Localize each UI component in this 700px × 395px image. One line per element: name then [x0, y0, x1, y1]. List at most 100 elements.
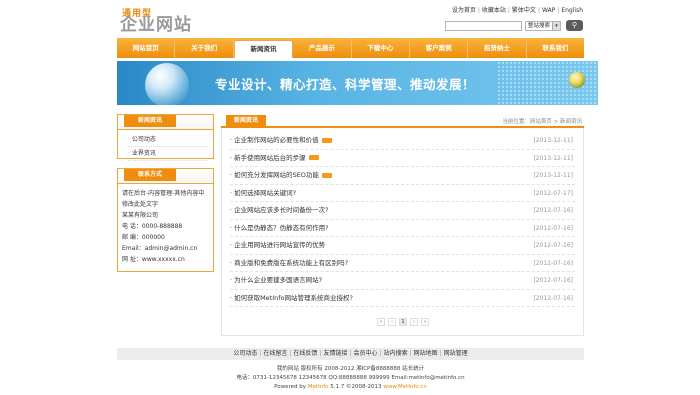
contact-line: 某某有限公司 — [122, 212, 159, 219]
list-item[interactable]: 什么是伪静态？伪静态有何作用? [2012-07-16] — [230, 220, 575, 237]
pager-prev[interactable]: ‹ — [388, 318, 396, 326]
news-list: 企业制作网站的必要性和价值 [2013-12-11] 新手使用网站后台的步骤 [20… — [222, 128, 583, 307]
list-item[interactable]: 企业制作网站的必要性和价值 [2013-12-11] — [230, 132, 575, 150]
footer-link-admin[interactable]: 网站管理 — [444, 350, 468, 357]
pager-first[interactable]: « — [377, 318, 385, 326]
link-english[interactable]: English — [561, 7, 583, 14]
news-title[interactable]: 如何选择网站关键词? — [230, 189, 296, 197]
search-icon: ⚲ — [571, 21, 578, 29]
news-date: [2012-07-17] — [533, 189, 573, 197]
link-set-homepage[interactable]: 设为首页 — [452, 7, 476, 14]
nav-about[interactable]: 关于我们 — [175, 38, 234, 58]
footer-link-friend-links[interactable]: 友情链接 — [323, 350, 347, 357]
contact-line: 请在后台-内容管理-其他内容中 — [122, 190, 205, 197]
footer-link-feedback[interactable]: 在线反馈 — [293, 350, 317, 357]
news-date: [2012-07-16] — [533, 224, 573, 232]
sidebar-news-list: 公司动态 业界资讯 — [118, 130, 213, 163]
footer-nav: 公司动态 | 在线留言 | 在线反馈 | 友情链接 | 会员中心 | 站内搜索 | 网站地图 | 网站管理 — [117, 348, 584, 360]
news-date: [2012-07-16] — [533, 242, 573, 249]
news-date: [2012-07-16] — [533, 277, 573, 284]
link-traditional-chinese[interactable]: 繁体中文 — [512, 7, 536, 14]
list-item[interactable]: 如何选择网站关键词? [2012-07-17] — [230, 185, 575, 202]
pager-page-1[interactable]: 1 — [399, 318, 407, 326]
breadcrumb: 当前位置：网站首页 > 新闻资讯 — [502, 119, 582, 125]
news-date: [2013-12-11] — [533, 154, 573, 162]
contact-phone: 电 话：0000-888888 — [122, 223, 183, 230]
orb-graphic — [569, 72, 585, 88]
nav-cases[interactable]: 客户案例 — [410, 38, 469, 58]
nav-jobs[interactable]: 招贤纳士 — [468, 38, 527, 58]
link-wap[interactable]: WAP — [542, 7, 555, 14]
hot-badge — [321, 172, 332, 178]
news-title[interactable]: 为什么企业要建多国语言网站? — [230, 276, 322, 284]
list-item[interactable]: 新手使用网站后台的步骤 [2013-12-11] — [230, 150, 575, 167]
search-scope-select[interactable]: 整站搜索 ▾ — [525, 21, 561, 31]
news-date: [2012-07-16] — [533, 294, 573, 302]
sidebar-contact-tab: 联系方式 — [124, 169, 176, 181]
contact-email: Email：admin@admin.cn — [122, 245, 198, 252]
list-item[interactable]: 商业版和免费版在系统功能上有区别吗? [2012-07-16] — [230, 255, 575, 272]
footer-powered: Powered by MetInfo 5.1.7 ©2008-2013 www.… — [274, 384, 427, 390]
link-bookmark[interactable]: 收藏本站 — [482, 7, 506, 14]
site-logo[interactable]: 通用型 企业网站 — [120, 6, 200, 36]
news-title[interactable]: 企业制作网站的必要性和价值 — [230, 136, 319, 144]
metinfo-site-link[interactable]: www.MetInfo.cn — [383, 384, 427, 390]
search-input[interactable] — [445, 21, 522, 31]
footer-link-sitemap[interactable]: 网站地图 — [414, 350, 438, 357]
main-tab: 新闻资讯 — [226, 115, 266, 127]
hot-badge — [308, 155, 319, 160]
banner: 专业设计、精心打造、科学管理、推动发展！ — [117, 61, 598, 105]
footer-link-member-center[interactable]: 会员中心 — [354, 350, 378, 357]
top-links: 设为首页 | 收藏本站 | 繁体中文 | WAP | English — [451, 7, 583, 14]
list-item[interactable]: 为什么企业要建多国语言网站? [2012-07-16] — [230, 272, 575, 290]
chevron-down-icon: ▾ — [552, 22, 560, 30]
news-title[interactable]: 企业网站应该多长时间备份一次? — [230, 206, 329, 214]
nav-products[interactable]: 产品展示 — [293, 38, 352, 58]
footer-contact: 电话：0731-12345678 12345678 QQ:88888888 99… — [236, 375, 465, 381]
sidebar-item-company-news[interactable]: 公司动态 — [128, 133, 208, 147]
contact-postcode: 邮 编：000000 — [122, 234, 165, 241]
list-item[interactable]: 如何获取MetInfo网站管理系统商业授权? [2012-07-16] — [230, 290, 575, 307]
contact-line: 修改此处文字 — [122, 201, 159, 208]
search-button[interactable]: ⚲ — [566, 20, 583, 31]
footer-copyright: 我的网站 版权所有 2008-2012 湘ICP备8888888 站长统计 — [276, 366, 425, 372]
news-title[interactable]: 什么是伪静态？伪静态有何作用? — [230, 224, 329, 232]
search-scope-label: 整站搜索 — [528, 23, 551, 29]
news-date: [2012-07-16] — [533, 259, 573, 267]
nav-home[interactable]: 网站首页 — [117, 38, 176, 58]
nav-news[interactable]: 新闻资讯 — [233, 40, 294, 58]
news-title[interactable]: 新手使用网站后台的步骤 — [230, 154, 306, 162]
list-item[interactable]: 企业网站应该多长时间备份一次? [2012-07-16] — [230, 202, 575, 220]
pager-last[interactable]: » — [421, 318, 429, 326]
footer-link-guestbook[interactable]: 在线留言 — [263, 350, 287, 357]
pager-next[interactable]: › — [410, 318, 418, 326]
sidebar-contact-box: 联系方式 请在后台-内容管理-其他内容中 修改此处文字 某某有限公司 电 话：0… — [117, 168, 214, 272]
footer-link-company-news[interactable]: 公司动态 — [233, 350, 257, 357]
news-title[interactable]: 商业版和免费版在系统功能上有区别吗? — [230, 259, 348, 267]
sidebar-news-tab[interactable]: 新闻资讯 — [124, 115, 176, 127]
hot-badge — [321, 137, 332, 143]
metinfo-link[interactable]: MetInfo — [308, 384, 329, 390]
logo-title: 企业网站 — [120, 15, 192, 35]
news-title[interactable]: 如何获取MetInfo网站管理系统商业授权? — [230, 294, 353, 302]
news-panel: 企业制作网站的必要性和价值 [2013-12-11] 新手使用网站后台的步骤 [20… — [221, 128, 584, 336]
list-item[interactable]: 如何充分发挥网站的SEO功能 [2013-12-11] — [230, 167, 575, 185]
list-item[interactable]: 企业用网站进行网站宣传的优势 [2012-07-16] — [230, 237, 575, 255]
nav-downloads[interactable]: 下载中心 — [352, 38, 410, 58]
news-date: [2013-12-11] — [533, 137, 573, 144]
sidebar-news-box: 新闻资讯 公司动态 业界资讯 — [117, 114, 214, 161]
news-date: [2013-12-11] — [533, 172, 573, 179]
footer-info: 我的网站 版权所有 2008-2012 湘ICP备8888888 站长统计 电话… — [117, 365, 584, 392]
news-title[interactable]: 如何充分发挥网站的SEO功能 — [230, 171, 319, 179]
main-nav: 网站首页 关于我们 新闻资讯 产品展示 下载中心 客户案例 招贤纳士 联系我们 — [117, 38, 584, 58]
globe-graphic — [145, 63, 189, 105]
contact-info: 请在后台-内容管理-其他内容中 修改此处文字 某某有限公司 电 话：0000-8… — [118, 184, 213, 269]
news-date: [2012-07-16] — [533, 207, 573, 214]
nav-contact[interactable]: 联系我们 — [527, 38, 584, 58]
contact-website: 网 址：www.xxxxx.cn — [122, 256, 185, 263]
sidebar-item-industry-news[interactable]: 业界资讯 — [128, 147, 208, 161]
banner-slogan: 专业设计、精心打造、科学管理、推动发展！ — [215, 77, 476, 92]
main-header: 新闻资讯 当前位置：网站首页 > 新闻资讯 — [221, 114, 584, 128]
news-title[interactable]: 企业用网站进行网站宣传的优势 — [230, 241, 325, 249]
footer-link-site-search[interactable]: 站内搜索 — [384, 350, 408, 357]
